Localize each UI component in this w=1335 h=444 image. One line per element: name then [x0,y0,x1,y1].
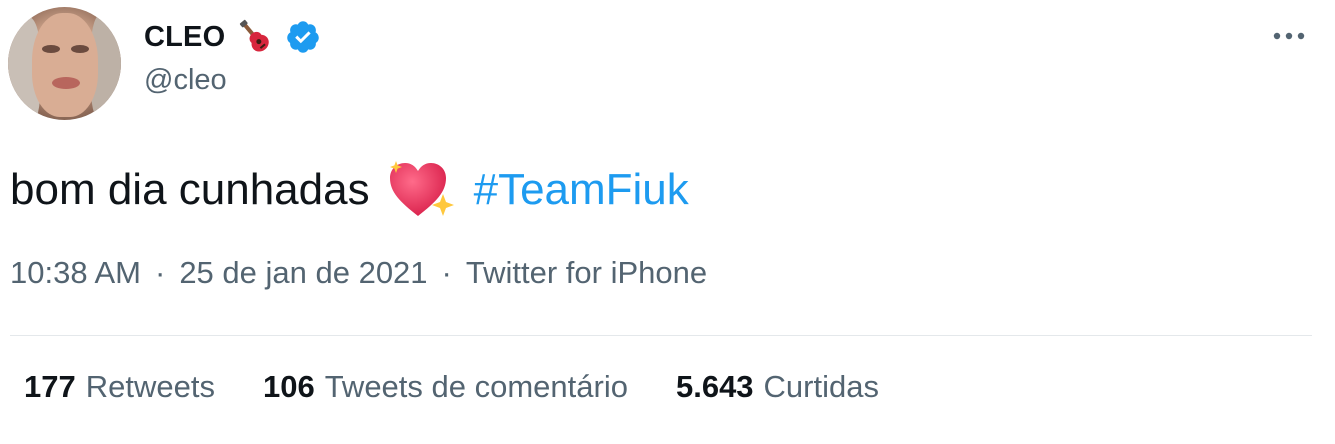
author-display-name[interactable]: CLEO [144,21,225,54]
avatar-eye-right [71,45,89,53]
divider [10,335,1312,336]
meta-separator: · [441,255,452,290]
tweet-stats: 177 Retweets 106 Tweets de comentário 5.… [24,369,879,405]
tweet-source[interactable]: Twitter for iPhone [466,255,707,291]
likes-label: Curtidas [763,369,879,404]
avatar-face [32,13,98,117]
author-handle[interactable]: @cleo [144,64,227,97]
quote-tweets-count: 106 [262,369,315,404]
tweet-card: CLEO @cleo bom dia cunhadas #TeamFiuk 10… [0,0,1335,444]
quote-tweets-stat[interactable]: 106 Tweets de comentário [263,369,628,405]
verified-badge-icon [287,21,320,53]
retweets-stat[interactable]: 177 Retweets [24,369,215,405]
quote-tweets-label: Tweets de comentário [324,369,628,404]
retweets-label: Retweets [85,369,215,404]
author-name-row[interactable]: CLEO [144,16,321,58]
avatar-lips [52,77,80,89]
sparkling-heart-icon [389,161,454,216]
tweet-time[interactable]: 10:38 AM [10,255,141,291]
tweet-text: bom dia cunhadas #TeamFiuk [10,160,689,220]
likes-count: 5.643 [675,369,754,404]
avatar[interactable] [8,7,121,120]
tweet-body: bom dia cunhadas [10,165,370,214]
meta-separator: · [154,255,166,290]
more-options-icon [1273,32,1305,40]
tweet-meta: 10:38 AM · 25 de jan de 2021 · Twitter f… [10,255,707,291]
retweets-count: 177 [24,369,76,404]
guitar-icon [240,19,270,52]
hashtag-link[interactable]: #TeamFiuk [474,160,689,220]
avatar-eye-left [42,45,60,53]
likes-stat[interactable]: 5.643 Curtidas [676,369,879,405]
tweet-date[interactable]: 25 de jan de 2021 [179,255,427,291]
more-options-button[interactable] [1268,20,1310,52]
